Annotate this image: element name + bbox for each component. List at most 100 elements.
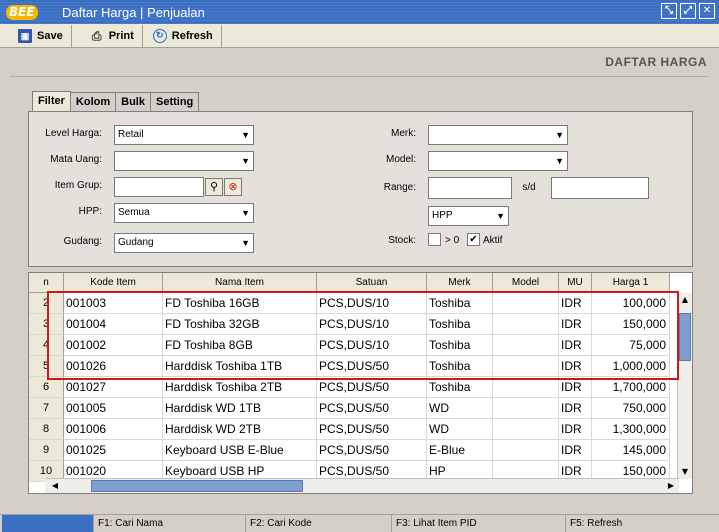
row-number[interactable]: 9 bbox=[29, 440, 64, 461]
row-number[interactable]: 5 bbox=[29, 356, 64, 377]
table-cell[interactable]: PCS,DUS/50 bbox=[317, 398, 427, 419]
model-select[interactable]: ▼ bbox=[428, 151, 568, 171]
table-row[interactable]: 6 001027 Harddisk Toshiba 2TB PCS,DUS/50 Tos… bbox=[29, 377, 670, 398]
range-to-input[interactable] bbox=[551, 177, 649, 199]
maximize-icon[interactable]: ⤢ bbox=[680, 3, 696, 19]
table-cell[interactable]: Toshiba bbox=[427, 377, 493, 398]
table-cell[interactable]: IDR bbox=[559, 440, 592, 461]
table-cell[interactable]: Harddisk WD 1TB bbox=[163, 398, 317, 419]
table-cell[interactable] bbox=[493, 335, 559, 356]
table-row[interactable]: 9 001025 Keyboard USB E-Blue PCS,DUS/50 E-Bl… bbox=[29, 440, 670, 461]
table-row[interactable]: 8 001006 Harddisk WD 2TB PCS,DUS/50 WD IDR 1,3… bbox=[29, 419, 670, 440]
table-cell[interactable] bbox=[493, 440, 559, 461]
stock-gt0-checkbox[interactable] bbox=[428, 233, 441, 246]
table-cell[interactable]: IDR bbox=[559, 419, 592, 440]
table-cell[interactable]: PCS,DUS/10 bbox=[317, 335, 427, 356]
row-number[interactable]: 2 bbox=[29, 293, 64, 314]
table-cell[interactable]: IDR bbox=[559, 356, 592, 377]
table-cell[interactable]: IDR bbox=[559, 398, 592, 419]
close-icon[interactable]: ✕ bbox=[699, 3, 715, 19]
row-number[interactable]: 3 bbox=[29, 314, 64, 335]
column-header[interactable]: Merk bbox=[427, 273, 493, 293]
table-cell[interactable] bbox=[493, 398, 559, 419]
table-cell[interactable]: IDR bbox=[559, 314, 592, 335]
table-cell[interactable]: Toshiba bbox=[427, 314, 493, 335]
table-cell[interactable]: 001003 bbox=[64, 293, 163, 314]
clear-icon[interactable]: ⊗ bbox=[224, 178, 242, 196]
item-grup-input[interactable] bbox=[114, 177, 204, 197]
scroll-thumb[interactable] bbox=[91, 480, 303, 492]
tab-filter[interactable]: Filter bbox=[32, 91, 71, 111]
table-cell[interactable]: 001004 bbox=[64, 314, 163, 335]
table-cell[interactable]: Toshiba bbox=[427, 356, 493, 377]
table-cell[interactable]: Harddisk Toshiba 2TB bbox=[163, 377, 317, 398]
row-number[interactable]: 8 bbox=[29, 419, 64, 440]
table-cell[interactable]: 001006 bbox=[64, 419, 163, 440]
table-cell[interactable]: Keyboard USB E-Blue bbox=[163, 440, 317, 461]
table-row[interactable]: 4 001002 FD Toshiba 8GB PCS,DUS/10 Toshiba ID… bbox=[29, 335, 670, 356]
table-cell[interactable]: 150,000 bbox=[592, 314, 670, 335]
refresh-button[interactable]: ↻ Refresh bbox=[143, 24, 222, 47]
column-header[interactable]: MU bbox=[559, 273, 592, 293]
table-row[interactable]: 2 001003 FD Toshiba 16GB PCS,DUS/10 Toshiba I… bbox=[29, 293, 670, 314]
scroll-left-icon[interactable]: ◀ bbox=[49, 480, 61, 492]
hpp-select[interactable]: Semua ▼ bbox=[114, 203, 254, 223]
table-cell[interactable]: IDR bbox=[559, 293, 592, 314]
table-cell[interactable]: WD bbox=[427, 419, 493, 440]
range-from-input[interactable] bbox=[428, 177, 512, 199]
column-header[interactable]: Harga 1 bbox=[592, 273, 670, 293]
table-cell[interactable]: FD Toshiba 32GB bbox=[163, 314, 317, 335]
search-icon[interactable]: ⚲ bbox=[205, 178, 223, 196]
merk-select[interactable]: ▼ bbox=[428, 125, 568, 145]
tab-setting[interactable]: Setting bbox=[149, 92, 200, 111]
table-row[interactable]: 5 001026 Harddisk Toshiba 1TB PCS,DUS/50 Tos… bbox=[29, 356, 670, 377]
table-cell[interactable]: FD Toshiba 8GB bbox=[163, 335, 317, 356]
table-cell[interactable]: PCS,DUS/50 bbox=[317, 440, 427, 461]
column-header[interactable]: Model bbox=[493, 273, 559, 293]
level-harga-select[interactable]: Retail ▼ bbox=[114, 125, 254, 145]
stock-aktif-checkbox[interactable]: ✔ bbox=[467, 233, 480, 246]
scroll-thumb[interactable] bbox=[679, 313, 691, 361]
table-cell[interactable]: IDR bbox=[559, 377, 592, 398]
table-cell[interactable]: 145,000 bbox=[592, 440, 670, 461]
table-cell[interactable]: E-Blue bbox=[427, 440, 493, 461]
table-cell[interactable]: 1,000,000 bbox=[592, 356, 670, 377]
scroll-up-icon[interactable]: ▲ bbox=[679, 294, 691, 306]
table-cell[interactable]: Toshiba bbox=[427, 335, 493, 356]
restore-icon[interactable]: ⤡ bbox=[661, 3, 677, 19]
scroll-down-icon[interactable]: ▼ bbox=[679, 466, 691, 478]
vertical-scrollbar[interactable]: ▲ ▼ bbox=[677, 293, 692, 479]
table-cell[interactable]: 001002 bbox=[64, 335, 163, 356]
table-cell[interactable]: PCS,DUS/50 bbox=[317, 419, 427, 440]
column-header[interactable]: n bbox=[29, 273, 64, 293]
table-cell[interactable]: PCS,DUS/50 bbox=[317, 356, 427, 377]
table-cell[interactable] bbox=[493, 419, 559, 440]
table-cell[interactable] bbox=[493, 377, 559, 398]
table-cell[interactable] bbox=[493, 356, 559, 377]
table-cell[interactable]: 001025 bbox=[64, 440, 163, 461]
row-number[interactable]: 7 bbox=[29, 398, 64, 419]
mata-uang-select[interactable]: ▼ bbox=[114, 151, 254, 171]
table-cell[interactable]: 750,000 bbox=[592, 398, 670, 419]
table-cell[interactable]: 75,000 bbox=[592, 335, 670, 356]
table-cell[interactable]: FD Toshiba 16GB bbox=[163, 293, 317, 314]
table-row[interactable]: 7 001005 Harddisk WD 1TB PCS,DUS/50 WD IDR 750… bbox=[29, 398, 670, 419]
table-row[interactable]: 3 001004 FD Toshiba 32GB PCS,DUS/10 Toshiba I… bbox=[29, 314, 670, 335]
table-cell[interactable]: Toshiba bbox=[427, 293, 493, 314]
scroll-right-icon[interactable]: ▶ bbox=[665, 480, 677, 492]
range-type-select[interactable]: HPP ▼ bbox=[428, 206, 509, 226]
table-cell[interactable]: Harddisk WD 2TB bbox=[163, 419, 317, 440]
table-cell[interactable]: PCS,DUS/10 bbox=[317, 293, 427, 314]
table-cell[interactable]: Harddisk Toshiba 1TB bbox=[163, 356, 317, 377]
table-cell[interactable] bbox=[493, 314, 559, 335]
row-number[interactable]: 4 bbox=[29, 335, 64, 356]
horizontal-scrollbar[interactable]: ◀ ▶ bbox=[45, 478, 679, 493]
column-header[interactable]: Nama Item bbox=[163, 273, 317, 293]
table-cell[interactable]: 001027 bbox=[64, 377, 163, 398]
table-cell[interactable]: 1,300,000 bbox=[592, 419, 670, 440]
tab-kolom[interactable]: Kolom bbox=[69, 92, 117, 111]
print-button[interactable]: ⎙ Print bbox=[72, 24, 143, 47]
table-cell[interactable] bbox=[493, 293, 559, 314]
table-cell[interactable]: 100,000 bbox=[592, 293, 670, 314]
table-cell[interactable]: 001005 bbox=[64, 398, 163, 419]
